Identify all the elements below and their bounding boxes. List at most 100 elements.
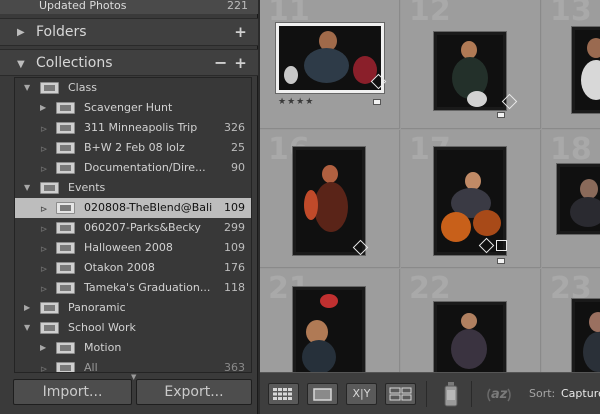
collection-set-icon [40, 182, 59, 194]
add-folder-icon[interactable]: + [234, 25, 247, 40]
tree-item-tameka-graduation[interactable]: ⊳ Tameka's Graduation... 118 [15, 278, 251, 298]
sort-select[interactable]: Capture [561, 387, 600, 400]
collection-set-events[interactable]: ▼ Events [15, 178, 251, 198]
photo-thumbnail[interactable] [434, 32, 506, 110]
collection-marker-icon: ⊳ [40, 245, 48, 255]
grid-cell[interactable]: 16 [260, 130, 400, 268]
star-rating[interactable]: ★★★★ [278, 97, 314, 107]
photo-thumbnail[interactable] [572, 27, 600, 113]
collection-set-school-work[interactable]: ▼ School Work [15, 318, 251, 338]
collections-label: Collections [36, 55, 113, 71]
grid-cell[interactable]: 13 [542, 0, 600, 129]
tree-item-count: 326 [224, 121, 245, 134]
collection-icon [56, 202, 75, 214]
loupe-view-button[interactable] [307, 383, 338, 405]
collection-icon [56, 262, 75, 274]
expand-right-icon[interactable]: ▶ [17, 27, 25, 38]
import-button[interactable]: Import... [13, 379, 132, 405]
grid-cell[interactable]: 12 [401, 0, 541, 129]
collapse-down-icon[interactable]: ▼ [17, 59, 25, 70]
tree-item-label: 020808-TheBlend@Bali [84, 201, 213, 214]
photo-thumbnail[interactable] [276, 23, 384, 93]
photo-thumbnail[interactable] [557, 164, 600, 234]
photo-thumbnail[interactable] [434, 147, 506, 255]
collapse-down-icon[interactable]: ▼ [24, 183, 30, 192]
collection-set-motion[interactable]: ▶ Motion [15, 338, 251, 358]
folders-header[interactable]: ▶ Folders + [0, 18, 258, 46]
grid-cell[interactable]: 23 [542, 269, 600, 372]
grid-cell[interactable]: 22 [401, 269, 541, 372]
tree-item-label: 311 Minneapolis Trip [84, 121, 198, 134]
survey-view-icon [389, 387, 412, 401]
remove-collection-icon[interactable]: − [214, 55, 227, 71]
flag-icon[interactable] [497, 112, 505, 118]
collection-set-icon [56, 342, 75, 354]
library-toolbar: X|Y az Sort: Capture [260, 372, 600, 414]
collection-marker-icon: ⊳ [40, 145, 48, 155]
collapse-down-icon[interactable]: ▼ [24, 83, 30, 92]
cell-index: 22 [409, 271, 451, 306]
loupe-view-icon [313, 388, 332, 401]
left-panel: Updated Photos 221 ▶ Folders + ▼ Collect… [0, 0, 258, 414]
tree-item-scavenger-hunt[interactable]: ▶ Scavenger Hunt [15, 98, 251, 118]
photo-thumbnail[interactable] [434, 302, 506, 372]
tree-item-bw-2-feb[interactable]: ⊳ B+W 2 Feb 08 lolz 25 [15, 138, 251, 158]
collection-set-panoramic[interactable]: ▶ Panoramic [15, 298, 251, 318]
collection-icon [56, 142, 75, 154]
tree-item-label: Documentation/Dire... [84, 161, 206, 174]
tree-item-theblend-bali[interactable]: ⊳ 020808-TheBlend@Bali 109 [15, 198, 251, 218]
tree-item-311-minneapolis[interactable]: ⊳ 311 Minneapolis Trip 326 [15, 118, 251, 138]
tree-item-count: 109 [224, 201, 245, 214]
grid-cell[interactable]: 21 [260, 269, 400, 372]
tree-item-label: Motion [84, 341, 122, 354]
tree-item-otakon-2008[interactable]: ⊳ Otakon 2008 176 [15, 258, 251, 278]
collection-marker-icon: ⊳ [40, 265, 48, 275]
tree-item-label: Tameka's Graduation... [84, 281, 211, 294]
lightroom-library-window: Updated Photos 221 ▶ Folders + ▼ Collect… [0, 0, 600, 414]
photo-thumbnail[interactable] [293, 147, 365, 255]
collection-marker-icon: ⊳ [40, 225, 48, 235]
flag-icon[interactable] [373, 99, 381, 105]
tree-item-halloween-2008[interactable]: ⊳ Halloween 2008 109 [15, 238, 251, 258]
expand-right-icon[interactable]: ▶ [40, 343, 46, 352]
collection-set-class[interactable]: ▼ Class [15, 78, 251, 98]
sort-label: Sort: [529, 387, 556, 400]
collections-header[interactable]: ▼ Collections − + [0, 49, 258, 76]
tree-item-documentation[interactable]: ⊳ Documentation/Dire... 90 [15, 158, 251, 178]
collection-set-icon [40, 82, 59, 94]
survey-view-button[interactable] [385, 383, 416, 405]
export-button[interactable]: Export... [136, 379, 252, 405]
expand-right-icon[interactable]: ▶ [40, 103, 46, 112]
collapse-down-icon[interactable]: ▼ [24, 323, 30, 332]
tree-item-parks-becky[interactable]: ⊳ 060207-Parks&Becky 299 [15, 218, 251, 238]
grid-view-icon [273, 388, 292, 400]
cell-index: 13 [550, 0, 592, 28]
updated-photos-count: 221 [227, 0, 248, 12]
collection-set-icon [40, 302, 59, 314]
tree-item-all[interactable]: ⊳ All 363 [15, 358, 251, 373]
add-collection-icon[interactable]: + [234, 56, 247, 71]
photo-thumbnail[interactable] [572, 299, 600, 372]
tree-item-count: 25 [231, 141, 245, 154]
flag-icon[interactable] [497, 258, 505, 264]
tree-item-count: 118 [224, 281, 245, 294]
collection-icon [56, 362, 75, 372]
tree-item-count: 90 [231, 161, 245, 174]
updated-photos-row[interactable]: Updated Photos 221 [0, 0, 258, 14]
photo-thumbnail[interactable] [293, 287, 365, 372]
stack-icon[interactable] [496, 240, 507, 251]
sort-direction-icon[interactable]: az [484, 383, 514, 407]
painter-spray-can-icon[interactable] [442, 380, 460, 408]
toolbar-divider [426, 381, 427, 407]
grid-view-button[interactable] [268, 383, 299, 405]
grid-cell[interactable]: 18 [542, 130, 600, 268]
tree-item-label: Scavenger Hunt [84, 101, 173, 114]
grid-cell[interactable]: 17 [401, 130, 541, 268]
collection-icon [56, 122, 75, 134]
expand-right-icon[interactable]: ▶ [24, 303, 30, 312]
compare-view-button[interactable]: X|Y [346, 383, 377, 405]
grid-cell[interactable]: 11 ★★★★ [260, 0, 400, 129]
tree-item-label: All [84, 361, 98, 373]
collection-set-icon [40, 322, 59, 334]
tree-item-label: Class [68, 81, 97, 94]
